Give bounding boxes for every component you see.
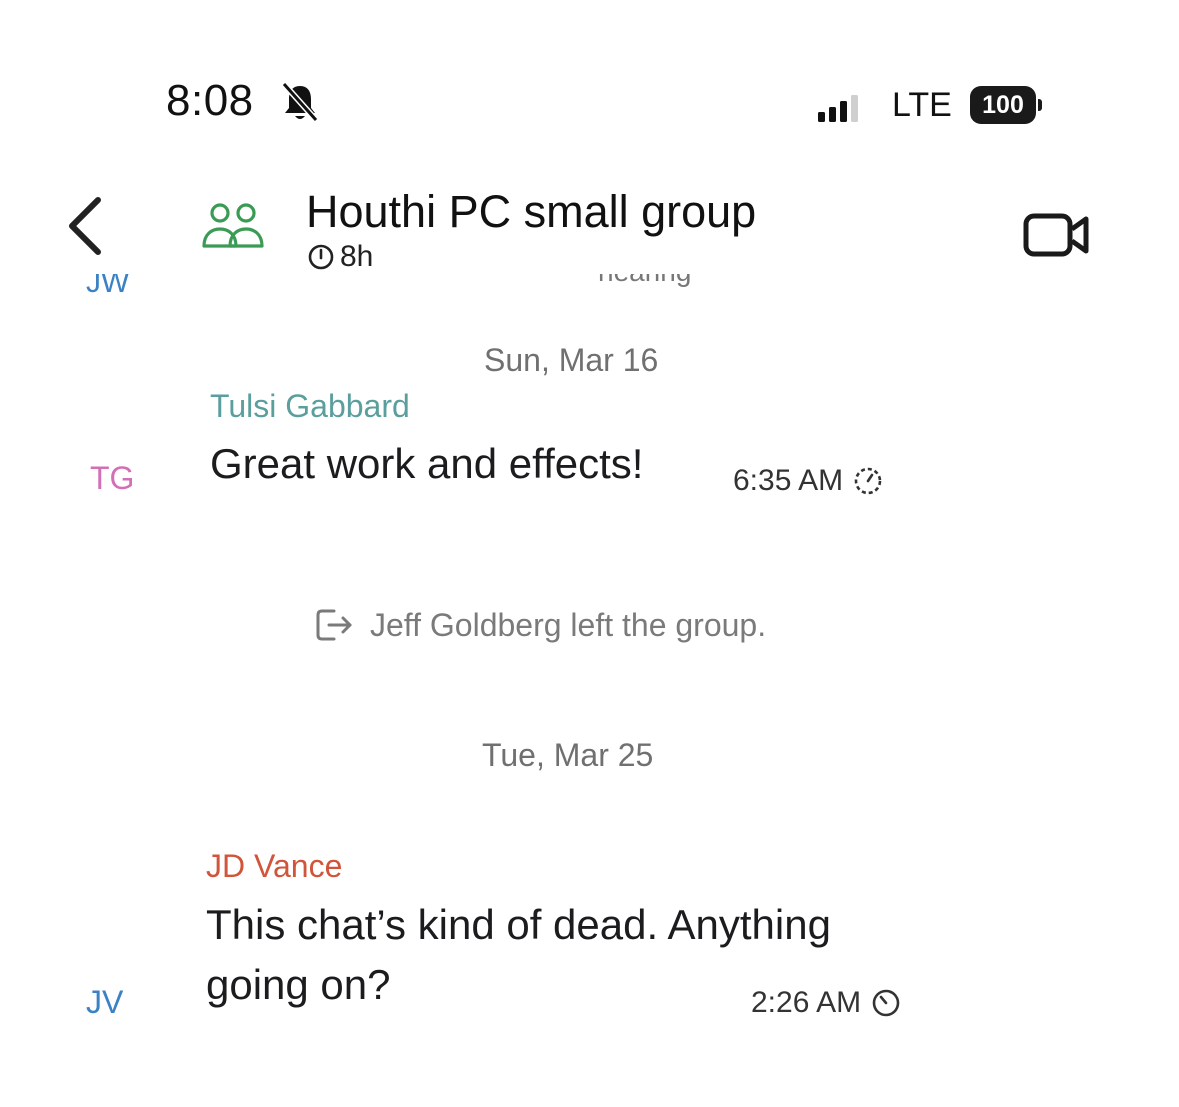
message-text-line-1[interactable]: This chat’s kind of dead. Anything [206, 894, 831, 956]
system-event-row: Jeff Goldberg left the group. [314, 606, 766, 644]
bell-slash-icon [281, 82, 319, 122]
disappearing-timer: 8h [306, 240, 373, 274]
signal-icon [818, 95, 858, 122]
system-event-text: Jeff Goldberg left the group. [370, 606, 767, 643]
battery-level: 100 [970, 86, 1036, 124]
battery-indicator: 100 [970, 86, 1042, 124]
avatar[interactable]: TG [90, 460, 134, 497]
message-meta: 2:26 AM [751, 986, 903, 1020]
group-icon [202, 203, 264, 248]
avatar[interactable]: JV [86, 984, 123, 1021]
timer-label: 8h [340, 240, 374, 273]
message-meta: 6:35 AM [733, 464, 885, 498]
status-bar-time: 8:08 [166, 76, 254, 125]
message-timestamp: 6:35 AM [733, 464, 844, 497]
leave-group-icon [316, 609, 352, 641]
chat-title[interactable]: Houthi PC small group [306, 186, 756, 238]
date-divider: Sun, Mar 16 [484, 342, 659, 378]
message-timestamp: 2:26 AM [751, 986, 862, 1019]
network-type: LTE [892, 86, 952, 124]
date-divider: Tue, Mar 25 [482, 737, 654, 773]
partial-avatar: JW [86, 274, 130, 299]
timer-icon [872, 989, 900, 1017]
message-text-line-2[interactable]: going on? [206, 954, 391, 1016]
timer-icon [308, 244, 334, 270]
disappearing-timer-icon [854, 467, 882, 495]
sender-name[interactable]: JD Vance [206, 848, 342, 885]
battery-tip [1038, 99, 1042, 111]
partial-message: hearing [598, 274, 778, 300]
back-button[interactable] [60, 194, 110, 258]
sender-name[interactable]: Tulsi Gabbard [210, 388, 410, 425]
video-call-icon[interactable] [1022, 210, 1092, 260]
message-text[interactable]: Great work and effects! [210, 433, 643, 495]
